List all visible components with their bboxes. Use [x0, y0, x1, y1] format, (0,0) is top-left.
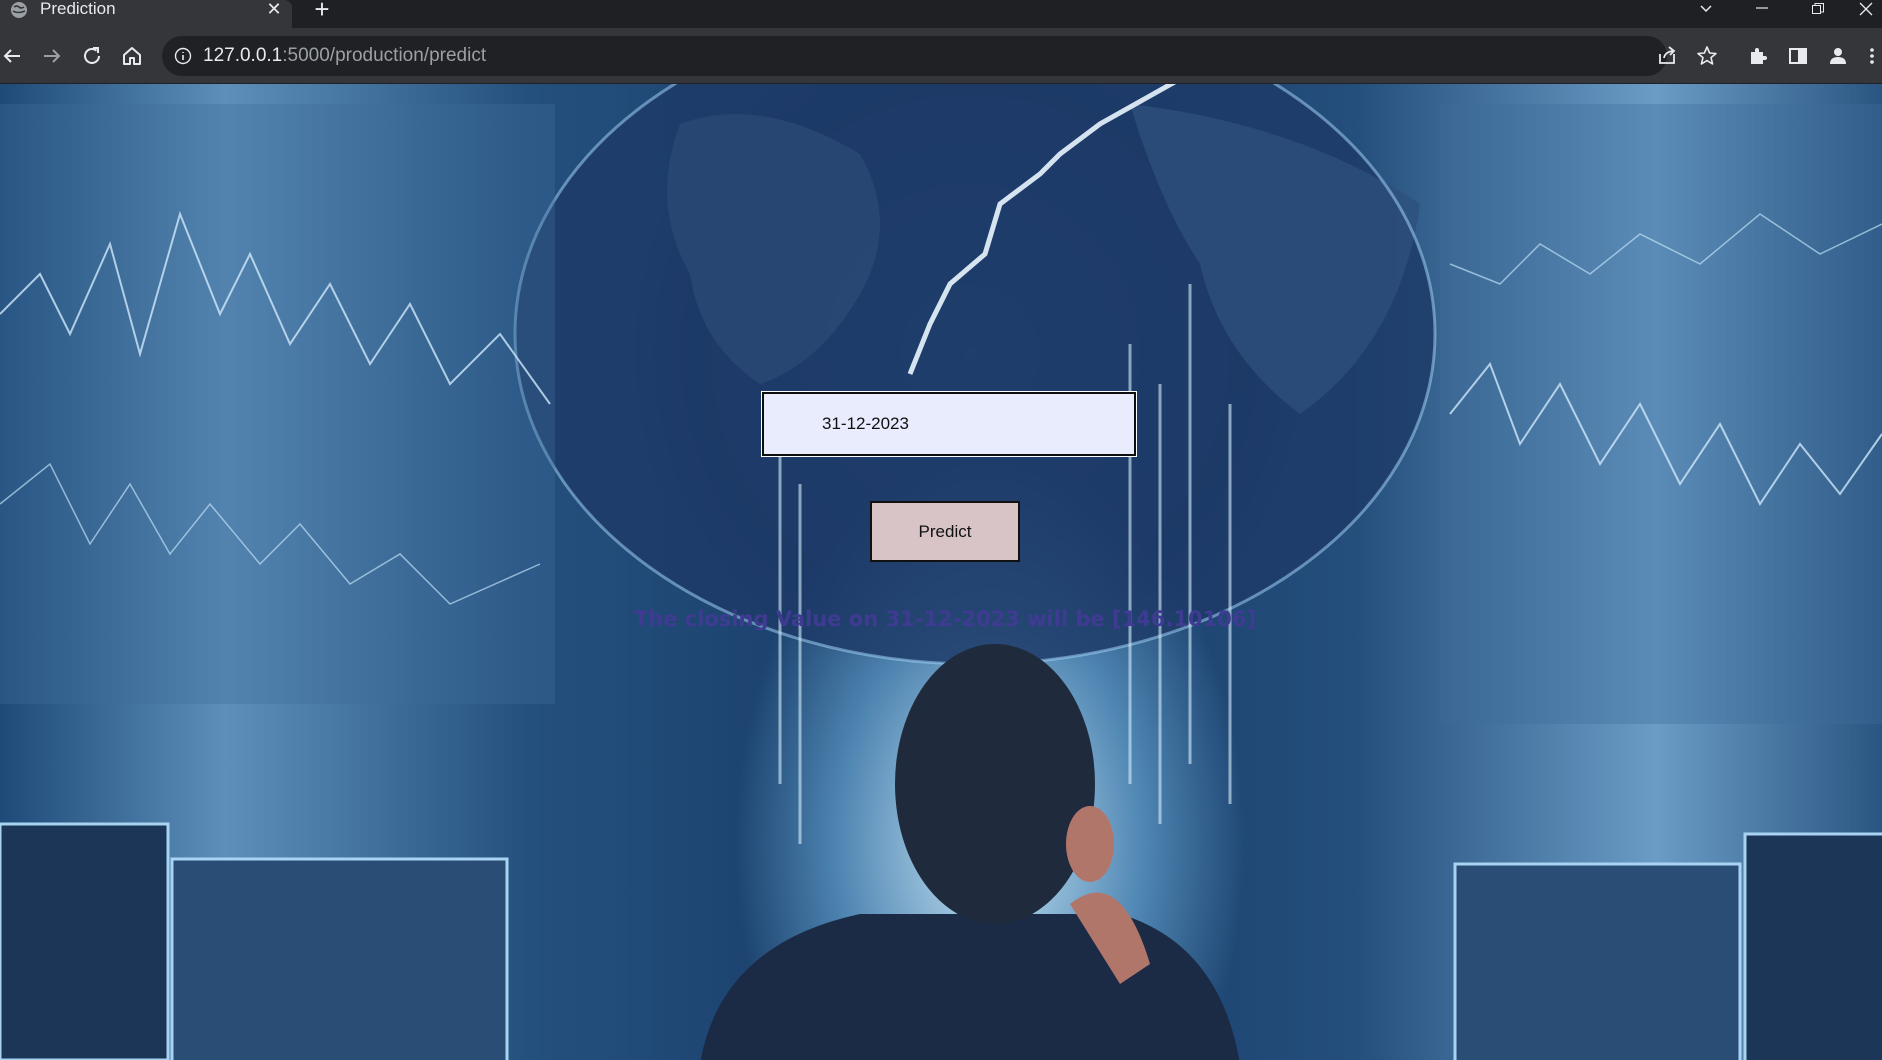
tab-title: Prediction	[40, 0, 116, 18]
menu-button[interactable]	[1864, 44, 1880, 68]
puzzle-icon	[1751, 48, 1767, 64]
share-icon	[1659, 46, 1676, 64]
bookmark-button[interactable]	[1695, 44, 1719, 68]
left-monitor	[170, 857, 509, 1060]
forward-button[interactable]	[40, 44, 64, 68]
home-button[interactable]	[120, 44, 144, 68]
back-arrow-icon	[3, 49, 20, 63]
right-chart-panel	[1440, 104, 1882, 724]
side-panel-icon	[1789, 48, 1807, 64]
restore-button[interactable]	[1798, 0, 1838, 22]
tab-search-button[interactable]	[1686, 0, 1726, 22]
left-monitor	[0, 822, 170, 1060]
right-monitor	[1743, 832, 1882, 1060]
page-viewport: Predict The closing Value on 31-12-2023 …	[0, 84, 1882, 1060]
date-input[interactable]	[761, 391, 1137, 457]
plus-icon[interactable]: +	[309, 0, 335, 24]
extensions-button[interactable]	[1746, 44, 1770, 68]
restore-icon	[1812, 3, 1824, 14]
reload-button[interactable]	[80, 44, 104, 68]
right-monitor	[1453, 862, 1742, 1060]
profile-button[interactable]	[1826, 44, 1850, 68]
minimize-button[interactable]	[1742, 0, 1782, 22]
profile-icon	[1830, 48, 1846, 64]
reload-icon	[84, 47, 100, 64]
back-button[interactable]	[0, 44, 24, 68]
url-path: :5000/production/predict	[282, 45, 487, 66]
browser-toolbar: 127.0.0.1:5000/production/predict	[0, 28, 1882, 84]
share-button[interactable]	[1655, 44, 1679, 68]
browser-tab[interactable]: Prediction ✕	[0, 0, 292, 28]
address-bar[interactable]: 127.0.0.1:5000/production/predict	[162, 36, 1667, 76]
url-text: 127.0.0.1:5000/production/predict	[203, 45, 486, 67]
close-icon	[1859, 2, 1873, 16]
chevron-down-icon	[1700, 5, 1712, 13]
background-illustration	[0, 84, 1882, 1060]
close-icon[interactable]: ✕	[264, 0, 284, 20]
minimize-icon	[1756, 7, 1768, 9]
side-panel-button[interactable]	[1786, 44, 1810, 68]
url-host: 127.0.0.1	[203, 45, 283, 66]
close-window-button[interactable]	[1846, 0, 1882, 22]
kebab-menu-icon	[1870, 48, 1874, 64]
forward-arrow-icon	[44, 49, 61, 63]
star-icon	[1697, 46, 1717, 65]
predict-button[interactable]: Predict	[870, 501, 1020, 562]
globe-icon	[11, 2, 27, 18]
home-icon	[123, 47, 141, 65]
prediction-result: The closing Value on 31-12-2023 will be …	[633, 607, 1257, 631]
info-icon[interactable]	[174, 47, 192, 65]
tab-strip: Prediction ✕ +	[0, 0, 1882, 28]
